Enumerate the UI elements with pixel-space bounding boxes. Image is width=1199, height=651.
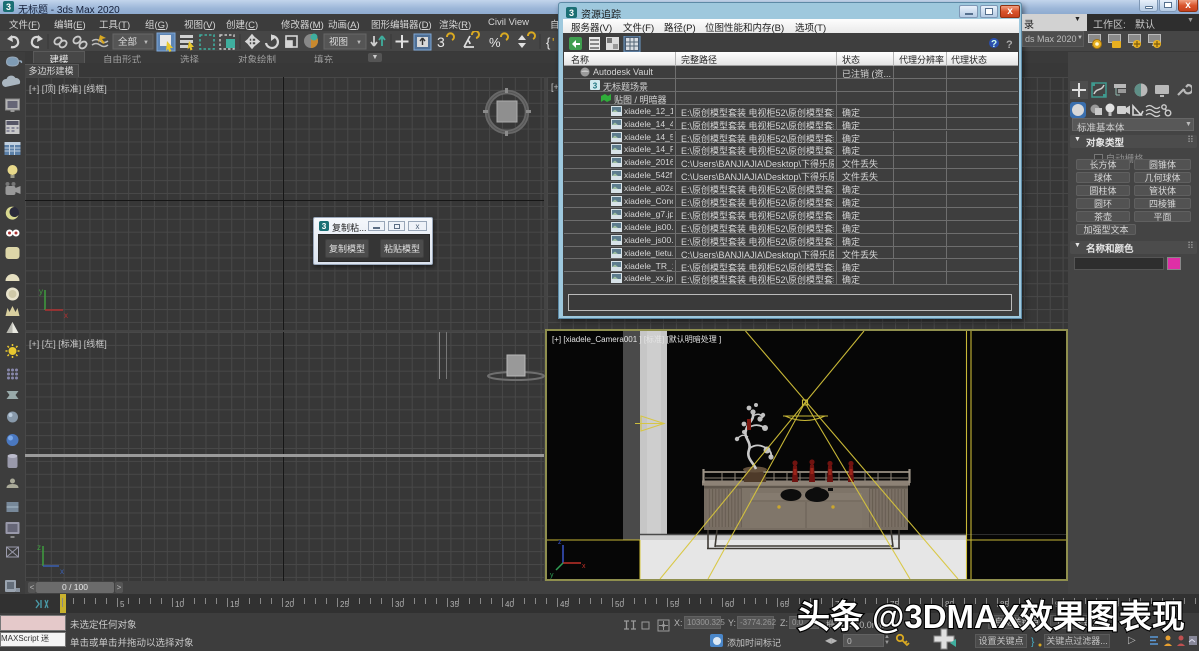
svg-text:x: x: [60, 567, 64, 576]
svg-text:x: x: [582, 563, 586, 570]
svg-text:3: 3: [593, 81, 598, 90]
svg-text:z: z: [558, 539, 562, 546]
svg-text:%: %: [489, 35, 501, 50]
svg-text:3: 3: [437, 34, 445, 50]
svg-text:y: y: [550, 572, 554, 579]
svg-text:?: ?: [991, 39, 997, 50]
svg-text:y: y: [39, 287, 43, 296]
svg-text:?: ?: [1006, 39, 1013, 50]
svg-text:全部: 全部: [118, 36, 137, 48]
svg-text:': ': [552, 35, 554, 50]
svg-text:3: 3: [6, 2, 11, 12]
svg-text:▼: ▼: [356, 40, 362, 46]
svg-text:x: x: [64, 311, 68, 320]
svg-text:▼: ▼: [143, 40, 149, 46]
svg-text:[+] [xiadele_Camera001 ] [标准]: [+] [xiadele_Camera001 ] [标准] [默认明暗处理 ]: [552, 334, 721, 344]
svg-text:{: {: [546, 35, 551, 50]
svg-text:}: }: [1031, 637, 1035, 648]
svg-text:3: 3: [322, 222, 327, 231]
svg-text:3: 3: [569, 8, 574, 18]
svg-text:视图: 视图: [329, 36, 348, 48]
svg-text:z: z: [37, 543, 41, 552]
